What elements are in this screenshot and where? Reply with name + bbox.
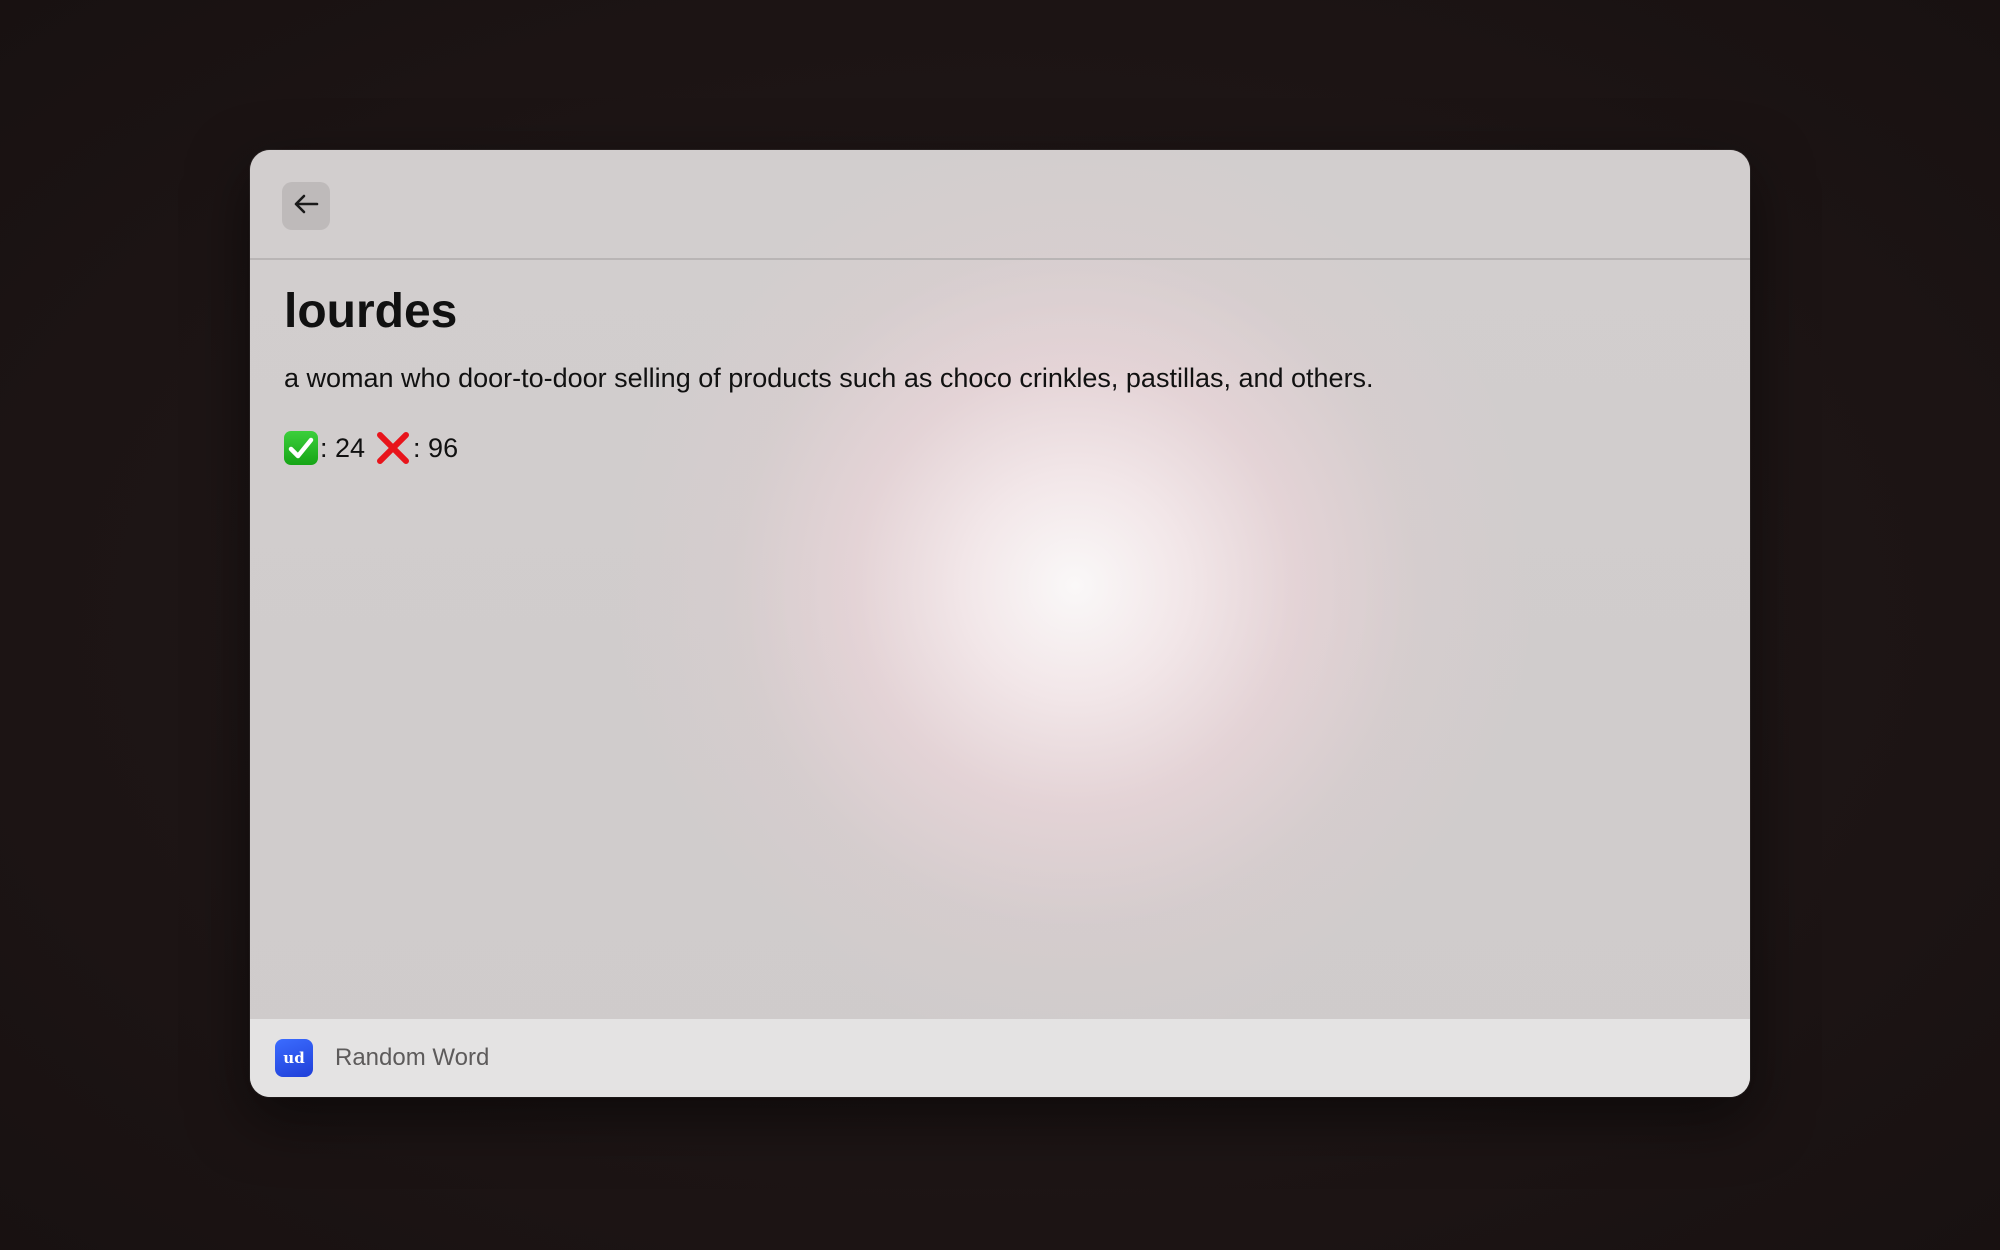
word-definition: a woman who door-to-door selling of prod… bbox=[284, 363, 1374, 393]
extension-window: lourdes a woman who door-to-door selling… bbox=[250, 150, 1750, 1097]
app-icon: ud bbox=[275, 1039, 313, 1077]
check-mark-icon bbox=[284, 431, 318, 465]
top-bar bbox=[250, 150, 1750, 260]
vote-counts: : 24 : 96 bbox=[284, 428, 1716, 468]
action-bar: ud Random Word bbox=[250, 1019, 1750, 1097]
command-title: Random Word bbox=[335, 1044, 490, 1071]
arrow-left-icon bbox=[293, 193, 319, 220]
upvote-count: : 24 bbox=[320, 433, 366, 463]
downvote-count: : 96 bbox=[413, 433, 459, 463]
word-detail: lourdes a woman who door-to-door selling… bbox=[284, 260, 1716, 468]
back-button[interactable] bbox=[282, 182, 330, 230]
app-icon-label: ud bbox=[283, 1049, 305, 1067]
cross-mark-icon bbox=[375, 430, 411, 466]
word-title: lourdes bbox=[284, 285, 458, 338]
